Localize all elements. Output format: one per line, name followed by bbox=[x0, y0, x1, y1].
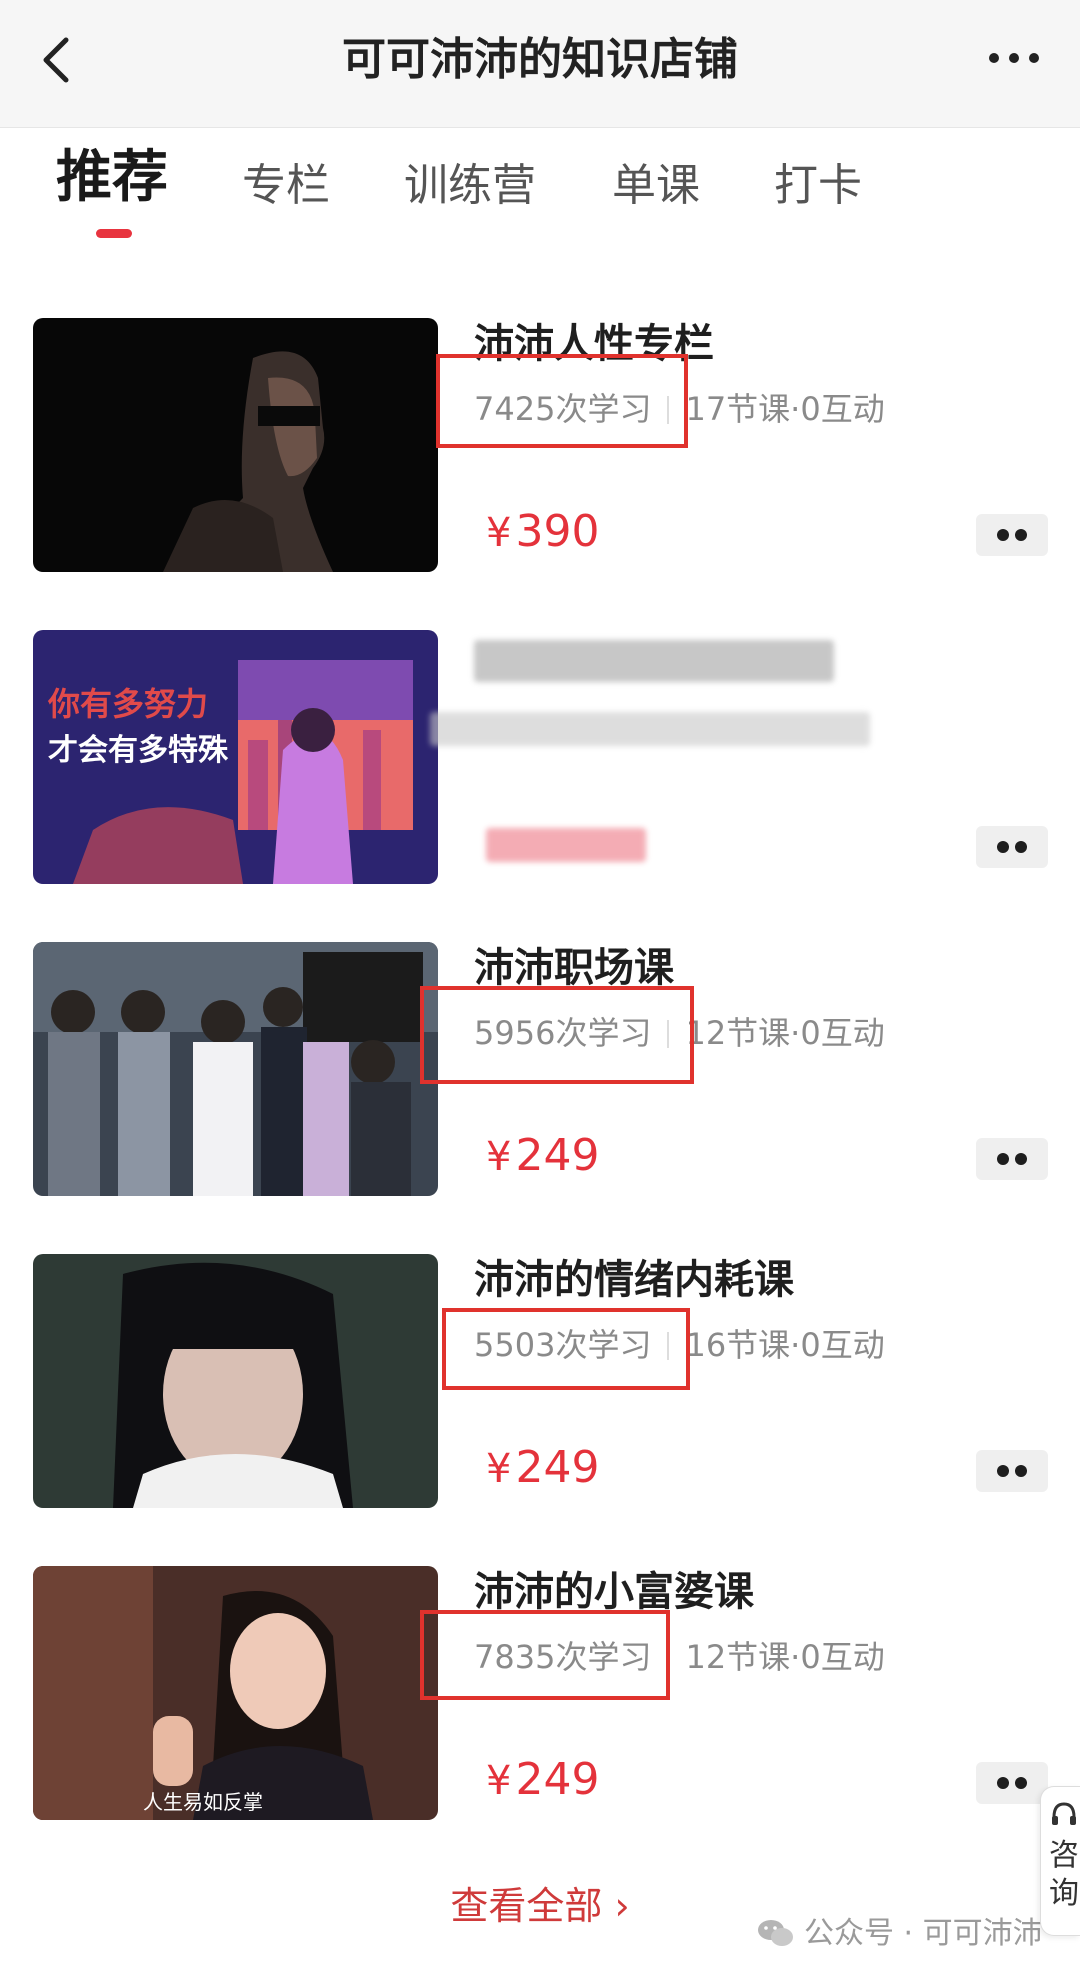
watermark: 公众号 · 可可沛沛 bbox=[756, 1914, 1043, 1954]
tab-checkin[interactable]: 打卡 bbox=[774, 156, 862, 216]
watermark-text: 公众号 · 可可沛沛 bbox=[804, 1916, 1043, 1951]
course-card[interactable]: 沛沛人性专栏 7425次学习 17节课·0互动 ¥390 bbox=[0, 318, 1080, 572]
more-dots-icon[interactable] bbox=[984, 36, 1044, 80]
course-title: 沛沛的情绪内耗课 bbox=[474, 1257, 794, 1303]
course-price: ¥249 bbox=[486, 1130, 600, 1181]
thumb-caption: 人生易如反掌 bbox=[143, 1790, 263, 1814]
more-options-button[interactable] bbox=[976, 1138, 1048, 1180]
lesson-count: 17节课·0互动 bbox=[685, 390, 885, 428]
more-options-button[interactable] bbox=[976, 1450, 1048, 1492]
active-tab-indicator bbox=[96, 229, 132, 238]
wechat-icon bbox=[758, 1920, 793, 1946]
highlight-box bbox=[436, 354, 688, 448]
course-card[interactable]: 沛沛职场课 5956次学习 12节课·0互动 ¥249 bbox=[0, 942, 1080, 1196]
thumb-slogan-1: 你有多努力 bbox=[47, 685, 208, 723]
lesson-count: 12节课·0互动 bbox=[685, 1638, 885, 1676]
page-title: 可可沛沛的知识店铺 bbox=[342, 34, 738, 85]
category-tabs: 推荐 专栏 训练营 单课 打卡 bbox=[0, 140, 1080, 250]
lesson-count: 16节课·0互动 bbox=[685, 1326, 885, 1364]
tab-column[interactable]: 专栏 bbox=[242, 156, 330, 216]
course-price: ¥249 bbox=[486, 1754, 600, 1805]
tab-camp[interactable]: 训练营 bbox=[404, 156, 536, 216]
blurred-price bbox=[486, 828, 646, 862]
course-thumbnail: 你有多努力 才会有多特殊 bbox=[33, 630, 438, 884]
course-price: ¥249 bbox=[486, 1442, 600, 1493]
course-thumbnail bbox=[33, 942, 438, 1196]
blurred-title bbox=[474, 640, 834, 682]
course-card[interactable]: 沛沛的情绪内耗课 5503次学习 16节课·0互动 ¥249 bbox=[0, 1254, 1080, 1508]
thumb-slogan-2: 才会有多特殊 bbox=[48, 733, 229, 768]
course-card[interactable]: 人生易如反掌 沛沛的小富婆课 7835次学习 12节课·0互动 ¥249 bbox=[0, 1566, 1080, 1820]
course-thumbnail bbox=[33, 1254, 438, 1508]
highlight-box bbox=[420, 986, 694, 1084]
course-thumbnail: 人生易如反掌 bbox=[33, 1566, 438, 1820]
tab-single-course[interactable]: 单课 bbox=[612, 156, 700, 216]
tab-recommended[interactable]: 推荐 bbox=[56, 148, 168, 208]
headset-icon bbox=[1052, 1802, 1076, 1825]
course-card[interactable]: 你有多努力 才会有多特殊 bbox=[0, 630, 1080, 884]
course-price: ¥390 bbox=[486, 506, 600, 557]
more-options-button[interactable] bbox=[976, 1762, 1048, 1804]
highlight-box bbox=[442, 1308, 690, 1390]
consult-button[interactable]: 咨询 bbox=[1040, 1786, 1080, 1936]
highlight-box bbox=[420, 1610, 670, 1700]
lesson-count: 12节课·0互动 bbox=[685, 1014, 885, 1052]
more-options-button[interactable] bbox=[976, 826, 1048, 868]
blurred-meta bbox=[430, 712, 870, 746]
course-thumbnail bbox=[33, 318, 438, 572]
more-options-button[interactable] bbox=[976, 514, 1048, 556]
consult-label: 咨询 bbox=[1049, 1838, 1079, 1911]
top-bar: 可可沛沛的知识店铺 bbox=[0, 0, 1080, 128]
